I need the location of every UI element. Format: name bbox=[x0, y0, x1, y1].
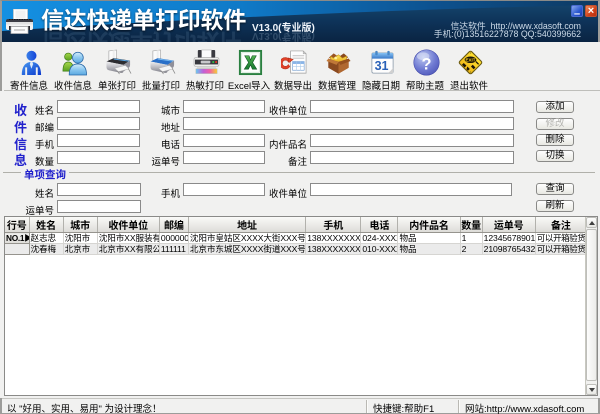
svg-text:EXIT: EXIT bbox=[465, 57, 475, 62]
svg-text:31: 31 bbox=[375, 59, 389, 73]
svg-text:?: ? bbox=[421, 55, 431, 73]
